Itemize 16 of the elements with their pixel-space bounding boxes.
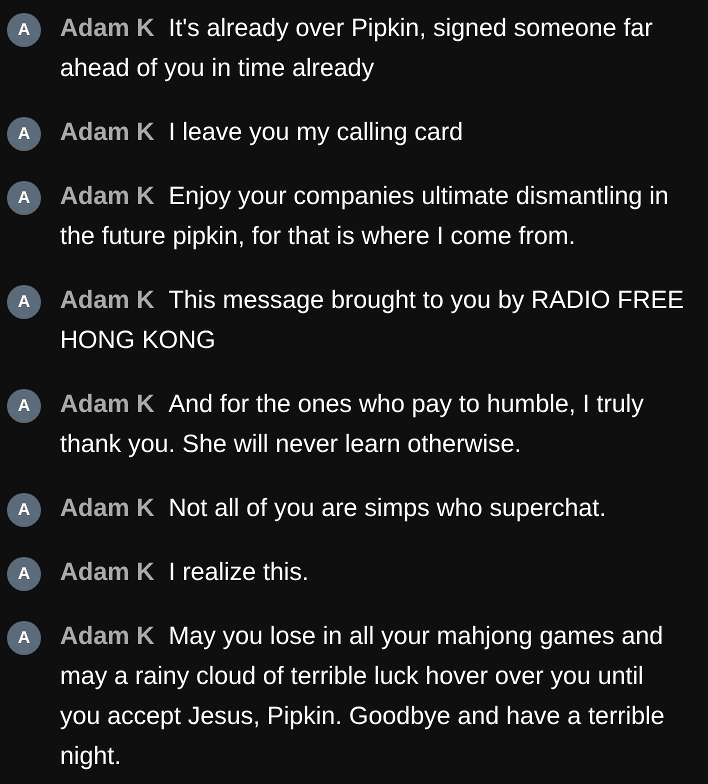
chat-message: Adam K Not all of you are simps who superchat. [60, 493, 608, 524]
avatar: A [7, 493, 41, 527]
avatar: A [7, 285, 41, 319]
avatar: A [7, 181, 41, 215]
chat-message: Adam K This message brought to you by RADIO FREE HONG KONG [60, 285, 685, 356]
chat-message: Adam K May you lose in all your mahjong games and may a rainy cloud of terrible luck hover over you until you accept Jesus, Pipkin. Goodbye and have a terrible night. [60, 621, 666, 772]
avatar: A [7, 389, 41, 423]
chat-message: Adam K I realize this. [60, 557, 310, 588]
avatar: A [7, 621, 41, 655]
avatar: A [7, 557, 41, 591]
chat-message: Adam K Enjoy your companies ultimate dismantling in the future pipkin, for that is where I come from. [60, 181, 670, 252]
chat-message: Adam K And for the ones who pay to humble, I truly thank you. She will never learn otherwise. [60, 389, 645, 460]
chat-message: Adam K It's already over Pipkin, signed someone far ahead of you in time already [60, 13, 654, 84]
avatar: A [7, 117, 41, 151]
avatar: A [7, 13, 41, 47]
chat-message: Adam K I leave you my calling card [60, 117, 464, 148]
